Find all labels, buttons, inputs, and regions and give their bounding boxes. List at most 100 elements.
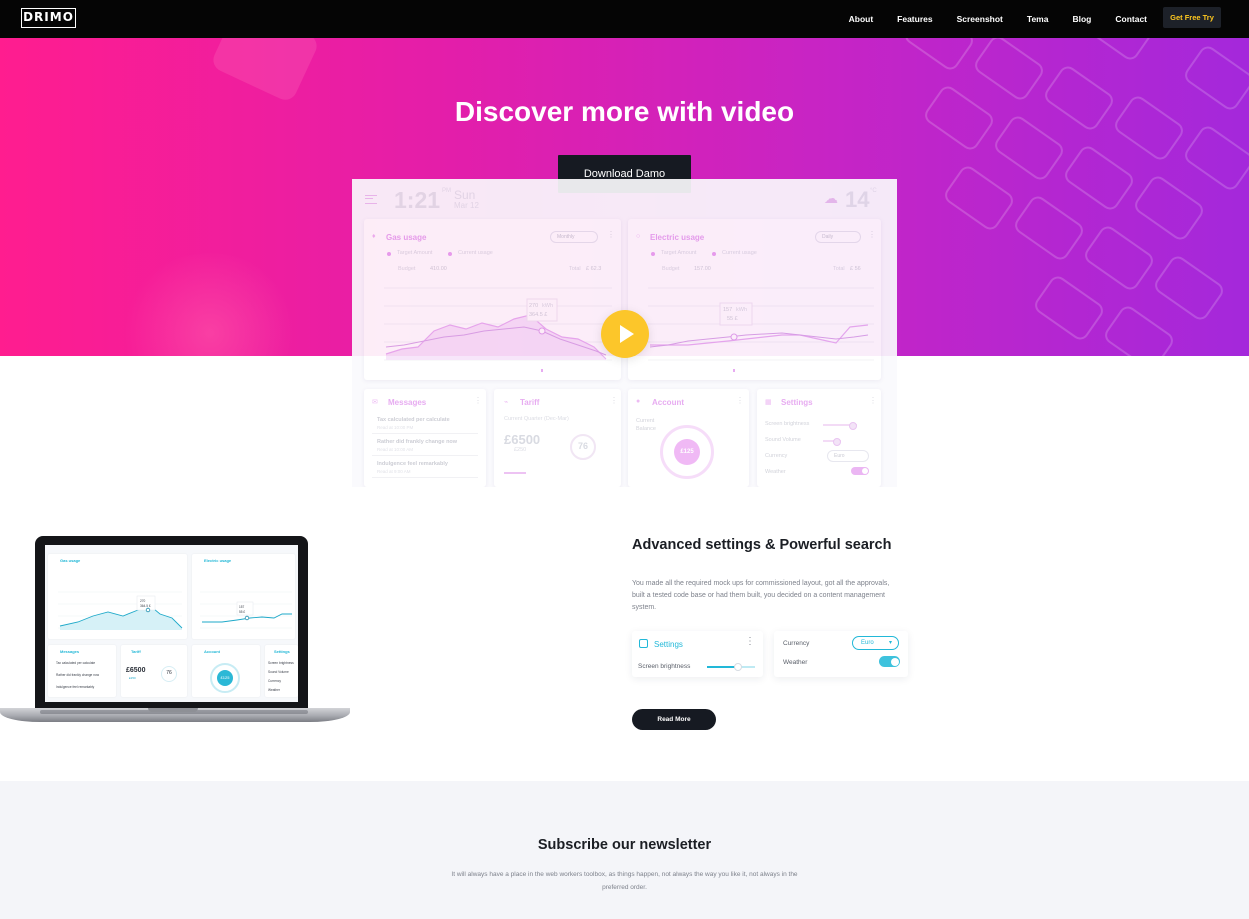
laptop-tariff-amount: £6500 <box>126 667 146 674</box>
more-icon: ⋮ <box>869 396 877 405</box>
weather-toggle[interactable] <box>879 656 900 667</box>
laptop-tariff-sub: £250 <box>129 676 136 680</box>
preview-header: 1:21 PM Sun Mar 12 ☁ 14 °C <box>352 179 897 219</box>
laptop-settings-title: Settings <box>274 649 290 654</box>
hero-decoration <box>120 253 300 356</box>
preview-degree: °C <box>870 188 877 194</box>
currency-select[interactable]: Euro ▾ <box>852 636 899 650</box>
nav-link-features[interactable]: Features <box>897 14 932 24</box>
laptop-settings-card: Settings Screen brightness Sound Volume … <box>265 645 298 697</box>
electric-usage-card: ○ Electric usage Daily ⋮ Target Amount C… <box>628 219 881 380</box>
brightness-slider[interactable] <box>707 663 755 671</box>
play-video-button[interactable] <box>601 310 649 358</box>
weather-label: Weather <box>783 659 808 666</box>
currency-select: Euro <box>827 450 869 462</box>
laptop-settings-row: Currency <box>268 679 281 683</box>
tag-icon: ⌁ <box>504 399 509 406</box>
messages-card: ✉ Messages ⋮ Tax calculated per calculat… <box>364 389 486 487</box>
electric-tip-unit: kWh <box>736 307 747 313</box>
brightness-slider-knob[interactable] <box>734 663 743 671</box>
brightness-slider <box>823 422 857 430</box>
currency-label: Currency <box>783 640 810 647</box>
gas-tip-bottom: 364.5 £ <box>529 312 548 318</box>
laptop-mockup: Gas usage 270 364.5 £ Electric usage 157… <box>0 536 350 736</box>
play-icon <box>620 325 634 343</box>
settings-row-weather: Weather <box>765 469 786 475</box>
message-time: Read at 10:00 PM <box>377 425 414 430</box>
electric-tip-bottom: 55 £ <box>727 316 738 322</box>
chevron-down-icon: ▾ <box>888 640 892 646</box>
weather-toggle <box>851 467 869 475</box>
laptop-messages-card: Messages Tax calculated per calculate Ra… <box>48 645 116 697</box>
tariff-card: ⌁ Tariff ⋮ Current Quarter (Dec-Mar) £65… <box>494 389 621 487</box>
nav-link-tema[interactable]: Tema <box>1027 14 1049 24</box>
preview-ampm: PM <box>442 188 451 194</box>
user-icon: ● <box>636 398 641 405</box>
laptop-messages-title: Messages <box>60 649 80 654</box>
message-title: Indulgence feel remarkably <box>377 461 448 467</box>
settings-icon: ▦ <box>765 399 772 406</box>
nav-links: About Features Screenshot Tema Blog Cont… <box>849 0 1147 38</box>
more-icon: ⋮ <box>610 396 618 405</box>
brightness-label: Screen brightness <box>638 663 691 670</box>
laptop-electric-chart <box>200 591 292 629</box>
settings-title: Settings <box>781 398 813 407</box>
laptop-gas-tip-bottom: 364.5 £ <box>140 604 151 608</box>
laptop-balance: £125 <box>217 670 233 686</box>
laptop-screen: Gas usage 270 364.5 £ Electric usage 157… <box>45 545 298 702</box>
message-time: Read at 9:00 AM <box>377 469 411 474</box>
balance-value: £125 <box>674 439 700 465</box>
nav-link-blog[interactable]: Blog <box>1072 14 1091 24</box>
cloud-icon: ☁ <box>824 190 838 206</box>
message-item: Indulgence feel remarkably Read at 9:00 … <box>372 458 478 478</box>
laptop-account-card: Account £125 <box>192 645 260 697</box>
laptop-electric-card: Electric usage 157 55 £ <box>192 554 295 639</box>
laptop-settings-row: Screen brightness <box>268 661 294 665</box>
feature-title: Advanced settings & Powerful search <box>632 537 892 553</box>
laptop-gas-tip-top: 270 <box>140 599 146 603</box>
get-free-try-button[interactable]: Get Free Try <box>1163 7 1221 28</box>
more-icon: ⋮ <box>736 396 744 405</box>
settings-widget-title: Settings <box>654 640 683 649</box>
preview-day: Sun <box>454 188 476 202</box>
newsletter-section: Subscribe our newsletter It will always … <box>0 781 1249 919</box>
currency-select-value: Euro <box>861 640 874 646</box>
nav-link-contact[interactable]: Contact <box>1115 14 1147 24</box>
nav-link-about[interactable]: About <box>849 14 874 24</box>
account-label-balance: Balance <box>636 426 656 432</box>
account-label-current: Current <box>636 418 655 424</box>
message-title: Tax calculated per calculate <box>377 417 450 423</box>
tariff-bar <box>504 472 526 474</box>
hero-pattern <box>905 38 1249 356</box>
feature-description: You made all the required mock ups for c… <box>632 580 890 611</box>
laptop-tariff-title: Tariff <box>131 649 141 654</box>
preview-date: Mar 12 <box>454 201 479 210</box>
tariff-gauge: 76 <box>570 434 596 460</box>
settings-row-currency: Currency <box>765 453 788 459</box>
gas-tip-unit: kWh <box>542 303 553 309</box>
message-time: Read at 10:00 AM <box>377 447 414 452</box>
message-title: Rather did frankly change now <box>377 439 458 445</box>
account-card: ● Account ⋮ Current Balance £125 <box>628 389 749 487</box>
tariff-sub-amount: £250 <box>514 447 527 453</box>
hero-title: Discover more with video <box>454 96 795 127</box>
brand-logo[interactable]: DRIMO <box>21 8 76 28</box>
read-more-button[interactable]: Read More <box>632 709 716 730</box>
message-item: Rather did frankly change now Read at 10… <box>372 436 478 456</box>
volume-slider <box>823 438 841 446</box>
laptop-message-2: Rather did frankly change now <box>56 673 100 677</box>
nav-link-screenshot[interactable]: Screenshot <box>957 14 1003 24</box>
laptop-settings-row: Sound Volume <box>268 670 289 674</box>
hero-decoration <box>209 38 321 104</box>
navbar: DRIMO About Features Screenshot Tema Blo… <box>0 0 1249 38</box>
preview-time: 1:21 <box>394 187 441 213</box>
laptop-settings-row: Weather <box>268 688 280 692</box>
settings-row-brightness: Screen brightness <box>765 421 810 427</box>
electric-chart <box>648 287 874 372</box>
laptop-message-1: Tax calculated per calculate <box>56 661 96 665</box>
gas-chart <box>384 287 612 372</box>
more-icon[interactable]: ⋮ <box>745 636 755 647</box>
electric-tip-top: 157 <box>723 307 733 313</box>
mail-icon: ✉ <box>372 399 378 406</box>
laptop-gauge: 76 <box>161 666 177 682</box>
